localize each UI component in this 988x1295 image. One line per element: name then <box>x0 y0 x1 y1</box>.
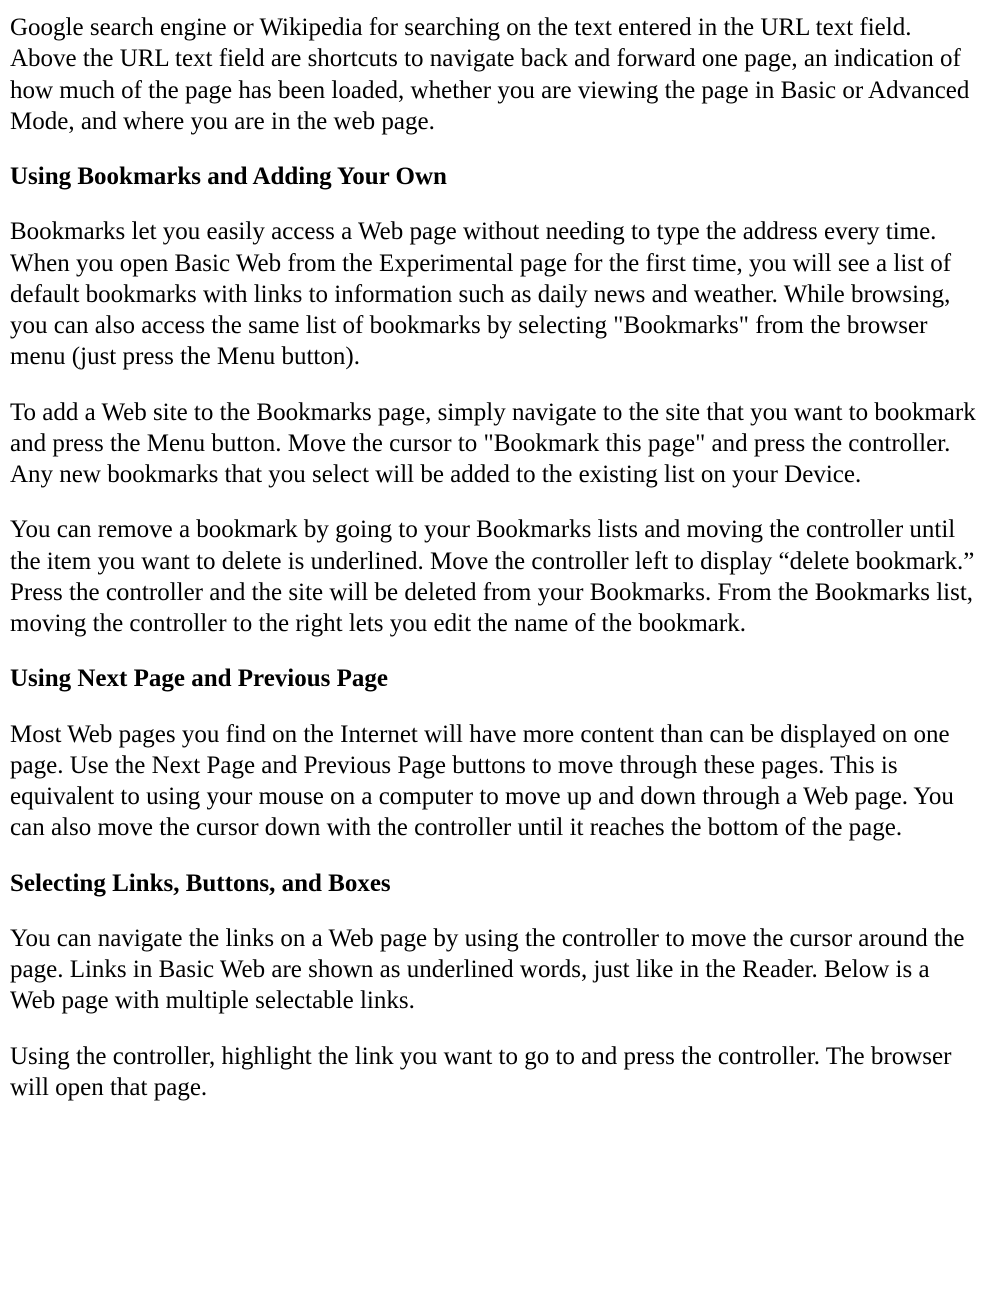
heading-links: Selecting Links, Buttons, and Boxes <box>10 868 978 899</box>
nextprev-paragraph-1: Most Web pages you find on the Internet … <box>10 719 978 844</box>
links-paragraph-2: Using the controller, highlight the link… <box>10 1041 978 1104</box>
heading-next-prev: Using Next Page and Previous Page <box>10 663 978 694</box>
bookmarks-paragraph-1: Bookmarks let you easily access a Web pa… <box>10 216 978 372</box>
links-paragraph-1: You can navigate the links on a Web page… <box>10 923 978 1017</box>
intro-paragraph: Google search engine or Wikipedia for se… <box>10 12 978 137</box>
bookmarks-paragraph-3: You can remove a bookmark by going to yo… <box>10 514 978 639</box>
heading-bookmarks: Using Bookmarks and Adding Your Own <box>10 161 978 192</box>
bookmarks-paragraph-2: To add a Web site to the Bookmarks page,… <box>10 397 978 491</box>
